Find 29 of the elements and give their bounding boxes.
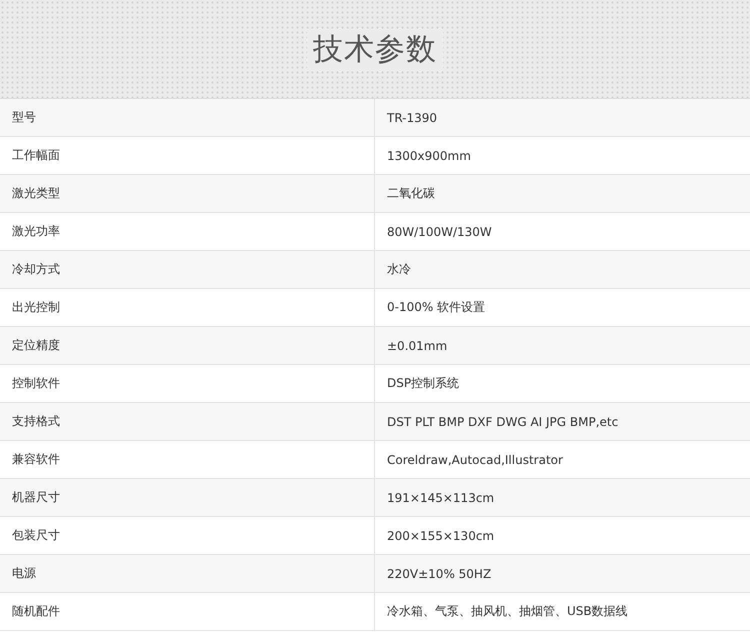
table-cell-text: 200×155×130cm: [386, 528, 496, 544]
table-cell: 激光功率: [0, 213, 375, 250]
table-cell: 工作幅面: [0, 137, 375, 174]
table-cell-text: 1300x900mm: [386, 148, 472, 164]
table-cell: 控制软件: [0, 365, 375, 402]
table-cell: 电源: [0, 555, 375, 592]
table-cell-text: 80W/100W/130W: [386, 224, 493, 240]
table-cell-text: 二氧化碳: [386, 185, 436, 202]
table-cell-text: Coreldraw,Autocad,Illustrator: [386, 452, 564, 468]
table-cell-text: 191×145×113cm: [386, 490, 496, 506]
table-cell: 冷却方式: [0, 251, 375, 288]
section-title: 技术参数: [307, 28, 443, 70]
table-cell: 型号: [0, 99, 375, 136]
table-cell: 支持格式: [0, 403, 375, 440]
table-cell: 随机配件: [0, 593, 375, 630]
table-cell: 兼容软件: [0, 441, 375, 478]
table-cell: 激光类型: [0, 175, 375, 212]
table-cell: 出光控制: [0, 289, 375, 326]
table-cell: 机器尺寸: [0, 479, 375, 516]
table-cell: 定位精度: [0, 327, 375, 364]
table-cell: 包装尺寸: [0, 517, 375, 554]
table-cell-text: 冷水箱、气泵、抽风机、抽烟管、USB数据线: [386, 603, 629, 620]
table-cell-text: 水冷: [386, 261, 412, 278]
table-cell-text: DST PLT BMP DXF DWG AI JPG BMP,etc: [386, 414, 620, 430]
table-cell-text: 0-100% 软件设置: [386, 299, 486, 316]
table-cell-text: TR-1390: [386, 110, 438, 126]
table-cell-text: 220V±10% 50HZ: [386, 566, 492, 582]
table-cell-text: DSP控制系统: [386, 375, 460, 392]
table-cell-text: ±0.01mm: [386, 338, 448, 354]
